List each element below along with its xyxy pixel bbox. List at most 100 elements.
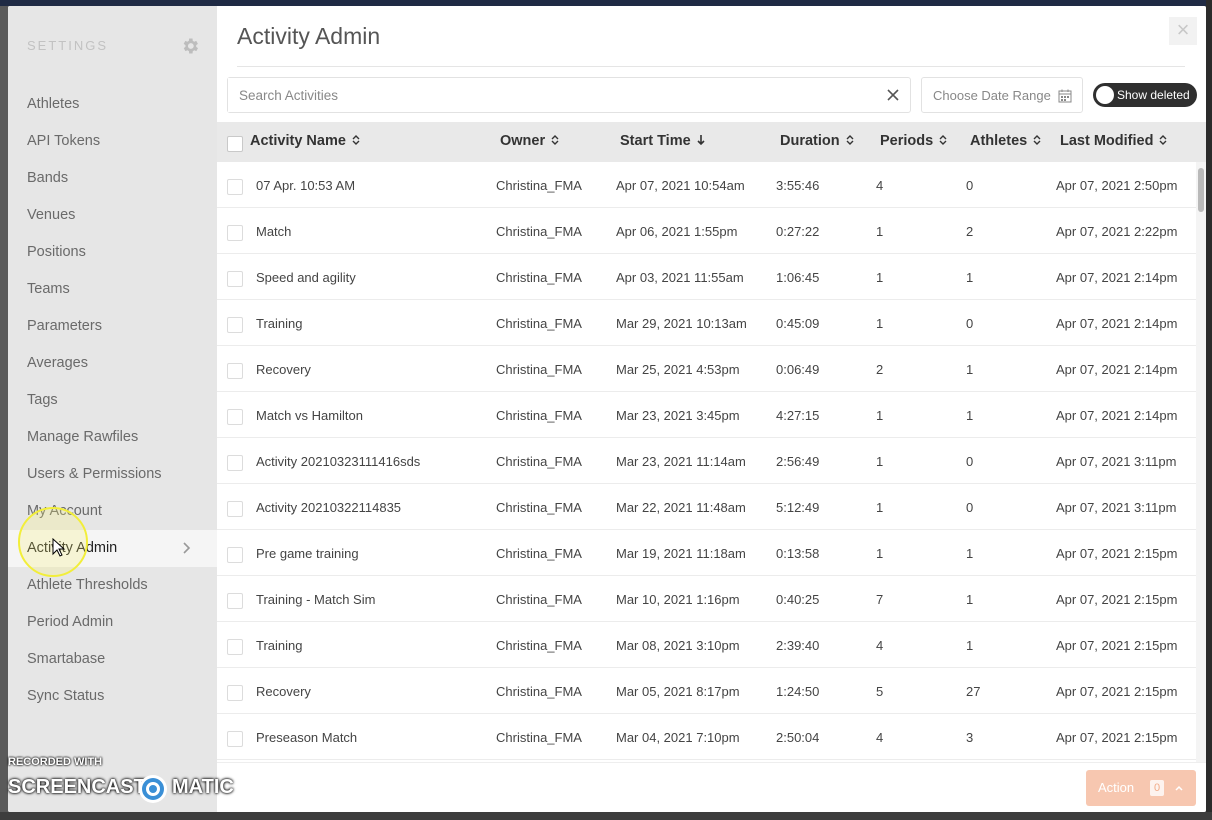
- date-range-placeholder: Choose Date Range: [933, 88, 1051, 103]
- row-checkbox[interactable]: [227, 593, 243, 609]
- table-row[interactable]: 07 Apr. 10:53 AM Christina_FMA Apr 07, 2…: [217, 162, 1196, 208]
- row-checkbox[interactable]: [227, 363, 243, 379]
- row-checkbox[interactable]: [227, 455, 243, 471]
- cell-duration: 3:55:46: [776, 178, 820, 193]
- sidebar-item-users-permissions[interactable]: Users & Permissions: [8, 456, 217, 493]
- column-header-periods[interactable]: Periods: [880, 133, 948, 149]
- column-header-owner[interactable]: Owner: [500, 133, 560, 149]
- table-row[interactable]: Pre game training Christina_FMA Mar 19, …: [217, 530, 1196, 576]
- cell-periods: 1: [876, 270, 884, 285]
- cell-start-time: Mar 04, 2021 7:10pm: [616, 730, 740, 745]
- cell-last-modified: Apr 07, 2021 2:15pm: [1056, 730, 1178, 745]
- sidebar-item-athletes[interactable]: Athletes: [8, 86, 217, 123]
- scrollbar-thumb[interactable]: [1198, 168, 1204, 212]
- activity-admin-panel: Activity Admin × Choose Date Range Show …: [217, 6, 1206, 812]
- cell-duration: 2:39:40: [776, 638, 820, 653]
- settings-modal: SETTINGS Athletes API Tokens Bands Venue…: [8, 6, 1206, 812]
- sidebar-item-venues[interactable]: Venues: [8, 197, 217, 234]
- action-button[interactable]: Action 0: [1086, 770, 1196, 806]
- row-checkbox[interactable]: [227, 409, 243, 425]
- sidebar-item-bands[interactable]: Bands: [8, 160, 217, 197]
- table-row[interactable]: Recovery Christina_FMA Mar 05, 2021 8:17…: [217, 668, 1196, 714]
- sidebar-item-parameters[interactable]: Parameters: [8, 308, 217, 345]
- table-row[interactable]: Speed and agility Christina_FMA Apr 03, …: [217, 254, 1196, 300]
- row-checkbox[interactable]: [227, 225, 243, 241]
- cell-duration: 0:27:22: [776, 224, 820, 239]
- sidebar-item-manage-rawfiles[interactable]: Manage Rawfiles: [8, 419, 217, 456]
- sidebar-item-label: API Tokens: [27, 133, 101, 149]
- cell-periods: 1: [876, 500, 884, 515]
- column-header-start-time[interactable]: Start Time: [620, 133, 706, 149]
- cell-duration: 0:45:09: [776, 316, 820, 331]
- sidebar-item-activity-admin[interactable]: Activity Admin: [8, 530, 217, 567]
- table-row[interactable]: Training Christina_FMA Mar 29, 2021 10:1…: [217, 300, 1196, 346]
- row-checkbox[interactable]: [227, 179, 243, 195]
- sort-icon: [352, 135, 360, 145]
- cell-last-modified: Apr 07, 2021 2:15pm: [1056, 592, 1178, 607]
- cell-owner: Christina_FMA: [496, 546, 582, 561]
- gear-icon[interactable]: [180, 36, 200, 56]
- cell-athletes: 1: [966, 592, 974, 607]
- cell-activity-name: Match vs Hamilton: [256, 408, 363, 423]
- cell-duration: 5:12:49: [776, 500, 820, 515]
- sidebar-item-sync-status[interactable]: Sync Status: [8, 678, 217, 715]
- cell-activity-name: Recovery: [256, 684, 311, 699]
- date-range-picker[interactable]: Choose Date Range: [921, 77, 1083, 113]
- sidebar-item-label: Smartabase: [27, 651, 106, 667]
- row-checkbox[interactable]: [227, 501, 243, 517]
- watermark-left: SCREENCAST: [8, 776, 146, 798]
- close-icon[interactable]: [886, 88, 900, 102]
- close-button[interactable]: ×: [1169, 17, 1197, 45]
- column-label: Periods: [880, 133, 934, 149]
- table-row[interactable]: Match Christina_FMA Apr 06, 2021 1:55pm …: [217, 208, 1196, 254]
- cell-activity-name: Activity 20210323111416sds: [256, 454, 421, 469]
- table-row[interactable]: Recovery Christina_FMA Mar 25, 2021 4:53…: [217, 346, 1196, 392]
- row-checkbox[interactable]: [227, 271, 243, 287]
- cell-owner: Christina_FMA: [496, 454, 582, 469]
- table-row[interactable]: Training - Match Sim Christina_FMA Mar 1…: [217, 576, 1196, 622]
- cell-last-modified: Apr 07, 2021 2:15pm: [1056, 638, 1178, 653]
- cell-start-time: Mar 25, 2021 4:53pm: [616, 362, 740, 377]
- sidebar-item-tags[interactable]: Tags: [8, 382, 217, 419]
- column-header-activity-name[interactable]: Activity Name: [250, 133, 361, 149]
- table-row[interactable]: Training Christina_FMA Mar 08, 2021 3:10…: [217, 622, 1196, 668]
- sidebar-item-period-admin[interactable]: Period Admin: [8, 604, 217, 641]
- column-header-last-modified[interactable]: Last Modified: [1060, 133, 1168, 149]
- cell-last-modified: Apr 07, 2021 2:22pm: [1056, 224, 1178, 239]
- table-row[interactable]: Preseason Match Christina_FMA Mar 04, 20…: [217, 714, 1196, 760]
- table-row[interactable]: Activity 20210322114835 Christina_FMA Ma…: [217, 484, 1196, 530]
- sidebar-item-teams[interactable]: Teams: [8, 271, 217, 308]
- row-checkbox[interactable]: [227, 731, 243, 747]
- column-header-duration[interactable]: Duration: [780, 133, 855, 149]
- column-label: Activity Name: [250, 133, 346, 149]
- sort-icon: [551, 135, 559, 145]
- sort-icon: [846, 135, 854, 145]
- table-header: Activity Name Owner Start Time Duration …: [217, 122, 1206, 162]
- sidebar-item-smartabase[interactable]: Smartabase: [8, 641, 217, 678]
- row-checkbox[interactable]: [227, 639, 243, 655]
- activity-table-body: 07 Apr. 10:53 AM Christina_FMA Apr 07, 2…: [217, 162, 1196, 762]
- search-input[interactable]: [228, 78, 868, 112]
- sidebar-item-label: Athlete Thresholds: [27, 577, 148, 593]
- sidebar-header: SETTINGS: [27, 36, 207, 56]
- row-checkbox[interactable]: [227, 317, 243, 333]
- sidebar-item-positions[interactable]: Positions: [8, 234, 217, 271]
- sidebar-item-my-account[interactable]: My Account: [8, 493, 217, 530]
- cell-athletes: 1: [966, 362, 974, 377]
- cell-activity-name: Training - Match Sim: [256, 592, 376, 607]
- table-row[interactable]: Match vs Hamilton Christina_FMA Mar 23, …: [217, 392, 1196, 438]
- cell-periods: 1: [876, 224, 884, 239]
- cell-start-time: Mar 29, 2021 10:13am: [616, 316, 747, 331]
- cell-periods: 2: [876, 362, 884, 377]
- sidebar-item-api-tokens[interactable]: API Tokens: [8, 123, 217, 160]
- show-deleted-toggle[interactable]: Show deleted: [1093, 83, 1197, 107]
- row-checkbox[interactable]: [227, 685, 243, 701]
- sidebar-item-averages[interactable]: Averages: [8, 345, 217, 382]
- table-scrollbar[interactable]: [1196, 162, 1206, 762]
- column-header-athletes[interactable]: Athletes: [970, 133, 1042, 149]
- select-all-checkbox[interactable]: [227, 136, 243, 152]
- sidebar-item-athlete-thresholds[interactable]: Athlete Thresholds: [8, 567, 217, 604]
- table-row[interactable]: Activity 20210323111416sds Christina_FMA…: [217, 438, 1196, 484]
- row-checkbox[interactable]: [227, 547, 243, 563]
- cell-activity-name: Recovery: [256, 362, 311, 377]
